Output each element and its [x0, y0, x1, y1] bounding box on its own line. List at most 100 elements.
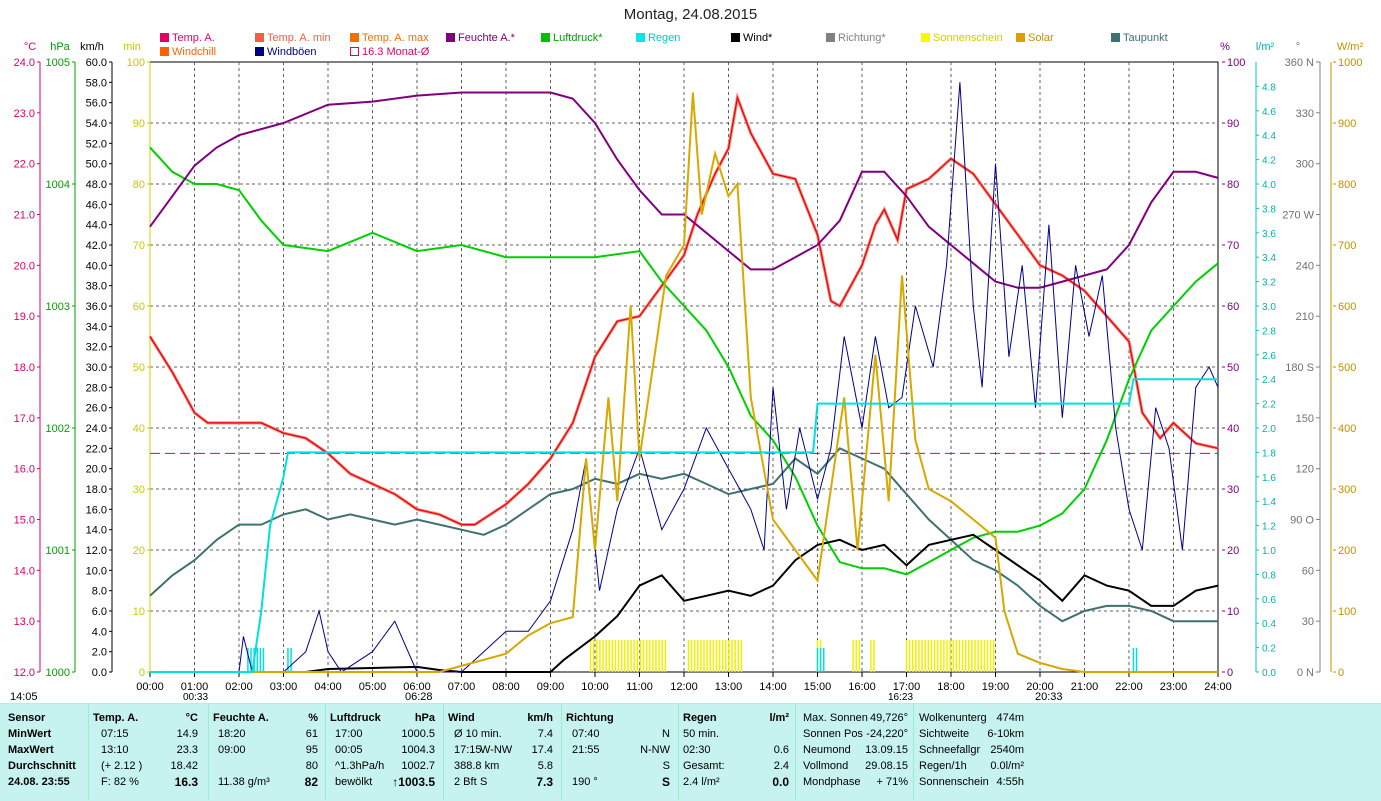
kmh-axis-tick-label: 46.0 [86, 199, 107, 211]
kmh-axis-tick-label: 60.0 [86, 57, 107, 69]
rain-axis-tick-label: 3.2 [1262, 278, 1276, 289]
stats-feuchte-header: Feuchte A.% [213, 710, 318, 726]
stats-wind-cell: 7.3 [536, 775, 553, 789]
stats-luftdruck-cell: ^1.3hPa/h [335, 760, 385, 772]
kmh-axis-tick-label: 0.0 [92, 667, 107, 679]
stats-feuchte-header-label: Feuchte A. [213, 712, 269, 724]
stats-luftdruck-cell: 1002.7 [401, 760, 435, 772]
stats-divider [325, 703, 326, 800]
temp-axis-tick-label: 24.0 [14, 57, 35, 69]
stats-wind-cell: 2 Bft [454, 776, 477, 788]
rain-axis-tick-label: 1.6 [1262, 473, 1276, 484]
stats-temp-cell: 07:15 [101, 728, 129, 740]
stats-regen-row: 02:30 0.6 [683, 742, 789, 758]
stats-temp-header: Temp. A. °C [93, 710, 198, 726]
x-tick-label: 03:00 [270, 681, 298, 693]
stats-wind-cell: Ø 10 min. [454, 728, 502, 740]
stats-feuchte-row: 09:00 95 [213, 742, 318, 758]
temp-axis-tick-label: 20.0 [14, 260, 35, 272]
stats-richtung-row: 21:55 N-NW [566, 742, 670, 758]
stats-luftdruck-header-unit: hPa [414, 712, 435, 724]
x-tick-label: 02:00 [225, 681, 253, 693]
stats-temp-header-label: Temp. A. [93, 712, 139, 724]
x-tick-label: 04:00 [314, 681, 342, 693]
kmh-axis-tick-label: 52.0 [86, 138, 107, 150]
stats-astro-value: -24,220° [866, 728, 908, 740]
stats-temp-cell: (+ 2.12 ) [101, 760, 143, 772]
temp-axis-tick-label: 12.0 [14, 667, 35, 679]
stats-regen-row: 2.4 l/m² 0.0 [683, 774, 789, 790]
stats-divider [208, 703, 209, 800]
stats-richtung-cell: S [661, 775, 670, 789]
stats-temp-cell: 16.3 [174, 775, 198, 789]
stats-richtung: Richtung 07:40 N 21:55 N-NW S 190 ° S [566, 710, 670, 790]
kmh-axis-tick-label: 16.0 [86, 504, 107, 516]
temp-axis-tick-label: 13.0 [14, 616, 35, 628]
kmh-axis-tick-label: 6.0 [92, 606, 107, 618]
stats-wind-cell: S [480, 776, 488, 788]
deg-axis-tick-label: 150 [1296, 413, 1314, 425]
x-tick-label: 05:00 [359, 681, 387, 693]
stats-luftdruck-row: 17:00 1000.5 [330, 726, 435, 742]
stats-misc-row: Regen/1h 0.0l/m² [919, 758, 1024, 774]
x-tick-label: 00:00 [136, 681, 164, 693]
rain-axis-tick-label: 2.4 [1262, 375, 1276, 386]
x-tick-label: 23:00 [1160, 681, 1188, 693]
rain-axis-tick-label: 3.8 [1262, 204, 1276, 215]
stats-divider [795, 703, 796, 800]
stats-divider [678, 703, 679, 800]
pct-axis-tick-label: 0 [1227, 667, 1233, 679]
stats-temp-row: 13:10 23.3 [93, 742, 198, 758]
kmh-axis-tick-label: 42.0 [86, 240, 107, 252]
wm2-axis-tick-label: 700 [1338, 240, 1356, 252]
min-axis-tick-label: 90 [133, 118, 145, 130]
pct-axis-tick-label: 20 [1227, 545, 1239, 557]
stats-wind-cell: 7.4 [537, 728, 553, 740]
x-tick-label: 07:00 [448, 681, 476, 693]
kmh-axis-tick-label: 26.0 [86, 403, 107, 415]
stats-luftdruck-cell: ↑1003.5 [392, 775, 435, 789]
stats-astro-label: Neumond [803, 744, 851, 756]
stats-feuchte-cell: 95 [305, 744, 318, 756]
unit-label-kmh: km/h [80, 41, 104, 53]
sunset-marker: 20:33 [1035, 691, 1063, 703]
unit-label-min: min [123, 41, 141, 53]
stats-divider [443, 703, 444, 800]
stats-wind-header-label: Wind [448, 712, 475, 724]
stats-regen-row: 50 min. [683, 726, 789, 742]
stats-wind-row: Ø 10 min. 7.4 [448, 726, 553, 742]
stats-astro-label: Vollmond [803, 760, 849, 772]
rain-axis-tick-label: 2.8 [1262, 326, 1276, 337]
x-tick-label: 08:00 [492, 681, 520, 693]
rain-axis-tick-label: 1.2 [1262, 522, 1276, 533]
wm2-axis-tick-label: 100 [1338, 606, 1356, 618]
stats-richtung-cell: N [662, 728, 670, 740]
stats-astro-label: Mondphase [803, 776, 861, 788]
stats-misc-row: Wolkenunterg 474m [919, 710, 1024, 726]
stats-astro: Max. Sonnen 49,726° Sonnen Pos -24,220° Neum… [803, 710, 908, 790]
row-label-avg: Durchschnitt [8, 760, 76, 772]
stats-wind-cell: 5.8 [537, 760, 553, 772]
kmh-axis-tick-label: 10.0 [86, 565, 107, 577]
stats-regen-cell: 2.4 [773, 760, 789, 772]
stats-wind-cell: 17.4 [531, 744, 553, 756]
min-axis-tick-label: 40 [133, 423, 145, 435]
unit-label-rain: l/m² [1256, 41, 1275, 53]
stats-luftdruck-cell: 1004.3 [401, 744, 435, 756]
stats-astro-row: Vollmond 29.08.15 [803, 758, 908, 774]
kmh-axis-tick-label: 50.0 [86, 159, 107, 171]
stats-regen-row: Gesamt: 2.4 [683, 758, 789, 774]
stats-regen-cell: 0.6 [773, 744, 789, 756]
stats-misc-label: Regen/1h [919, 760, 967, 772]
rain-axis-tick-label: 1.8 [1262, 448, 1276, 459]
stats-astro-value: + 71% [876, 776, 909, 788]
pct-axis-tick-label: 100 [1227, 57, 1245, 69]
stats-temp-row: F: 82 % 16.3 [93, 774, 198, 790]
stats-wind: Wind km/h Ø 10 min. 7.4 17:15 W-NW 17.4 388.8 k… [448, 710, 553, 790]
stats-divider [913, 703, 914, 800]
stats-richtung-cell: N-NW [640, 744, 670, 756]
stats-misc-row: Schneefallgr 2540m [919, 742, 1024, 758]
pct-axis-tick-label: 10 [1227, 606, 1239, 618]
row-label-min: MinWert [8, 728, 52, 740]
stats-richtung-row: 07:40 N [566, 726, 670, 742]
